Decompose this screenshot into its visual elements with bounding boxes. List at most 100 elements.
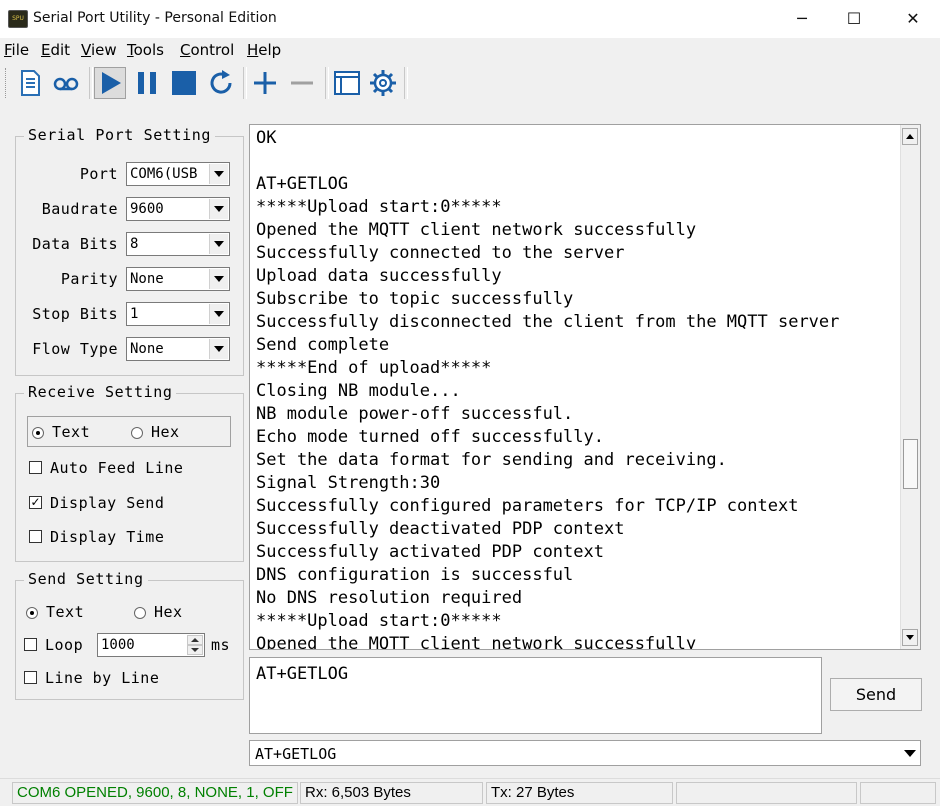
receive-hex-label[interactable]: Hex	[151, 423, 180, 441]
record-button[interactable]	[50, 67, 82, 99]
receive-line: NB module power-off successful.	[256, 404, 574, 424]
port-status-text: COM6 OPENED, 9600, 8, NONE, 1, OFF	[12, 782, 298, 804]
menu-tools[interactable]: Tools	[127, 41, 164, 59]
stop-bits-value: 1	[130, 306, 139, 322]
send-text-radio[interactable]	[26, 607, 38, 619]
stop-bits-label: Stop Bits	[32, 305, 118, 323]
receive-line: Successfully disconnected the client fro…	[256, 312, 840, 332]
window-layout-button[interactable]	[331, 67, 363, 99]
port-select[interactable]: COM6(USB	[126, 162, 230, 186]
menu-edit[interactable]: Edit	[41, 41, 70, 59]
loop-interval-value[interactable]: 1000	[101, 637, 135, 653]
toolbar-grip[interactable]	[5, 68, 9, 98]
receive-line	[256, 150, 896, 173]
remove-button[interactable]	[286, 67, 318, 99]
stepper-down-button[interactable]	[187, 645, 203, 655]
receive-line: Signal Strength:30	[256, 473, 441, 493]
toolbar-separator	[243, 67, 247, 99]
record-icon	[53, 77, 79, 91]
chevron-down-icon	[209, 234, 228, 254]
plus-icon	[254, 72, 276, 94]
chevron-down-icon	[904, 750, 916, 757]
maximize-button[interactable]: ☐	[831, 0, 877, 38]
receive-text-radio[interactable]	[32, 427, 44, 439]
scroll-up-button[interactable]	[902, 128, 918, 145]
toolbar-separator	[404, 67, 408, 99]
caret-up-icon	[191, 638, 199, 642]
receive-hex-radio[interactable]	[131, 427, 143, 439]
scroll-down-button[interactable]	[902, 629, 918, 646]
receive-line: No DNS resolution required	[256, 588, 523, 608]
chevron-down-icon	[209, 304, 228, 324]
receive-scrollbar[interactable]	[900, 125, 920, 649]
minus-icon	[291, 81, 313, 85]
data-bits-value: 8	[130, 236, 139, 252]
receive-line: AT+GETLOG	[256, 174, 349, 194]
display-send-label[interactable]: Display Send	[50, 494, 164, 512]
ms-label: ms	[211, 636, 231, 654]
stepper-up-button[interactable]	[187, 635, 203, 645]
receive-line: Upload data successfully	[256, 266, 502, 286]
menu-bar: File Edit View Tools Control Help	[0, 38, 940, 62]
status-cell-empty	[676, 782, 857, 804]
stop-icon	[172, 71, 196, 95]
rx-counter: Rx: 6,503 Bytes	[300, 782, 483, 804]
receive-line: Set the data format for sending and rece…	[256, 450, 727, 470]
receive-line: Successfully activated PDP context	[256, 542, 604, 562]
display-send-checkbox[interactable]: ✓	[29, 496, 42, 509]
settings-button[interactable]	[367, 67, 399, 99]
pause-button[interactable]	[131, 67, 163, 99]
send-textarea[interactable]: AT+GETLOG	[249, 657, 822, 734]
parity-select[interactable]: None	[126, 267, 230, 291]
line-by-line-label[interactable]: Line by Line	[45, 669, 159, 687]
app-logo-icon: SPU	[8, 10, 28, 28]
loop-checkbox[interactable]	[24, 638, 37, 651]
menu-control[interactable]: Control	[180, 41, 234, 59]
flow-type-select[interactable]: None	[126, 337, 230, 361]
send-hex-radio[interactable]	[134, 607, 146, 619]
send-text[interactable]: AT+GETLOG	[256, 664, 348, 684]
document-icon	[21, 70, 40, 96]
send-history-select[interactable]: AT+GETLOG	[249, 740, 921, 766]
display-time-label[interactable]: Display Time	[50, 528, 164, 546]
line-by-line-checkbox[interactable]	[24, 671, 37, 684]
send-button[interactable]: Send	[830, 678, 922, 711]
flow-type-label: Flow Type	[32, 340, 118, 358]
parity-value: None	[130, 271, 164, 287]
receive-line: OK	[256, 128, 277, 148]
close-button[interactable]: ✕	[890, 0, 936, 38]
loop-label[interactable]: Loop	[45, 636, 83, 654]
loop-interval-stepper[interactable]: 1000	[97, 633, 205, 657]
pause-icon	[138, 72, 156, 94]
start-button[interactable]	[94, 67, 126, 99]
minimize-button[interactable]: ─	[779, 0, 825, 38]
status-bar: COM6 OPENED, 9600, 8, NONE, 1, OFF Rx: 6…	[0, 778, 940, 806]
scroll-thumb[interactable]	[903, 439, 918, 489]
send-hex-label[interactable]: Hex	[154, 603, 183, 621]
baudrate-select[interactable]: 9600	[126, 197, 230, 221]
receive-textarea[interactable]: OK AT+GETLOG *****Upload start:0***** Opene…	[249, 124, 921, 650]
stop-button[interactable]	[168, 67, 200, 99]
receive-line: Send complete	[256, 335, 390, 355]
chevron-down-icon	[209, 339, 228, 359]
menu-help[interactable]: Help	[247, 41, 281, 59]
flow-type-value: None	[130, 341, 164, 357]
chevron-down-icon	[209, 164, 228, 184]
receive-text-label[interactable]: Text	[52, 423, 90, 441]
send-text-label[interactable]: Text	[46, 603, 84, 621]
stop-bits-select[interactable]: 1	[126, 302, 230, 326]
data-bits-select[interactable]: 8	[126, 232, 230, 256]
auto-feed-line-checkbox[interactable]	[29, 461, 42, 474]
chevron-down-icon	[209, 269, 228, 289]
refresh-button[interactable]	[205, 67, 237, 99]
window-title: Serial Port Utility - Personal Edition	[33, 10, 277, 26]
receive-line: *****Upload start:0*****	[256, 197, 502, 217]
new-document-button[interactable]	[14, 67, 46, 99]
menu-view[interactable]: View	[81, 41, 117, 59]
display-time-checkbox[interactable]	[29, 530, 42, 543]
auto-feed-line-label[interactable]: Auto Feed Line	[50, 459, 183, 477]
menu-file[interactable]: File	[4, 41, 29, 59]
add-button[interactable]	[249, 67, 281, 99]
window-icon	[334, 71, 360, 95]
receive-line: Echo mode turned off successfully.	[256, 427, 604, 447]
